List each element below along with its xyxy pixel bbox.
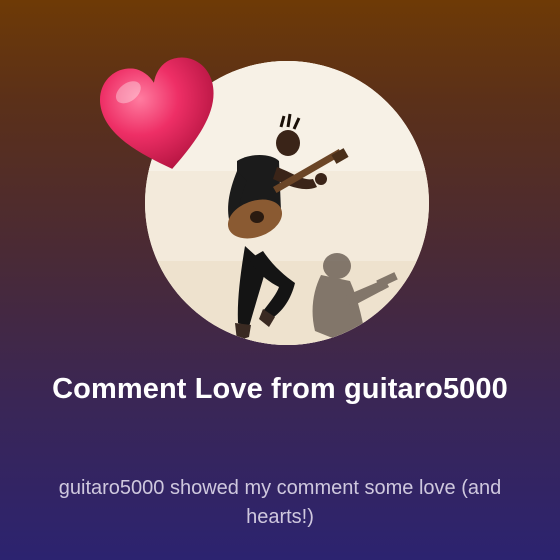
notification-title: Comment Love from guitaro5000 xyxy=(52,373,508,405)
heart-icon xyxy=(96,52,226,180)
comment-love-screen: Comment Love from guitaro5000 guitaro500… xyxy=(0,0,560,560)
notification-message: guitaro5000 showed my comment some love … xyxy=(58,477,502,528)
